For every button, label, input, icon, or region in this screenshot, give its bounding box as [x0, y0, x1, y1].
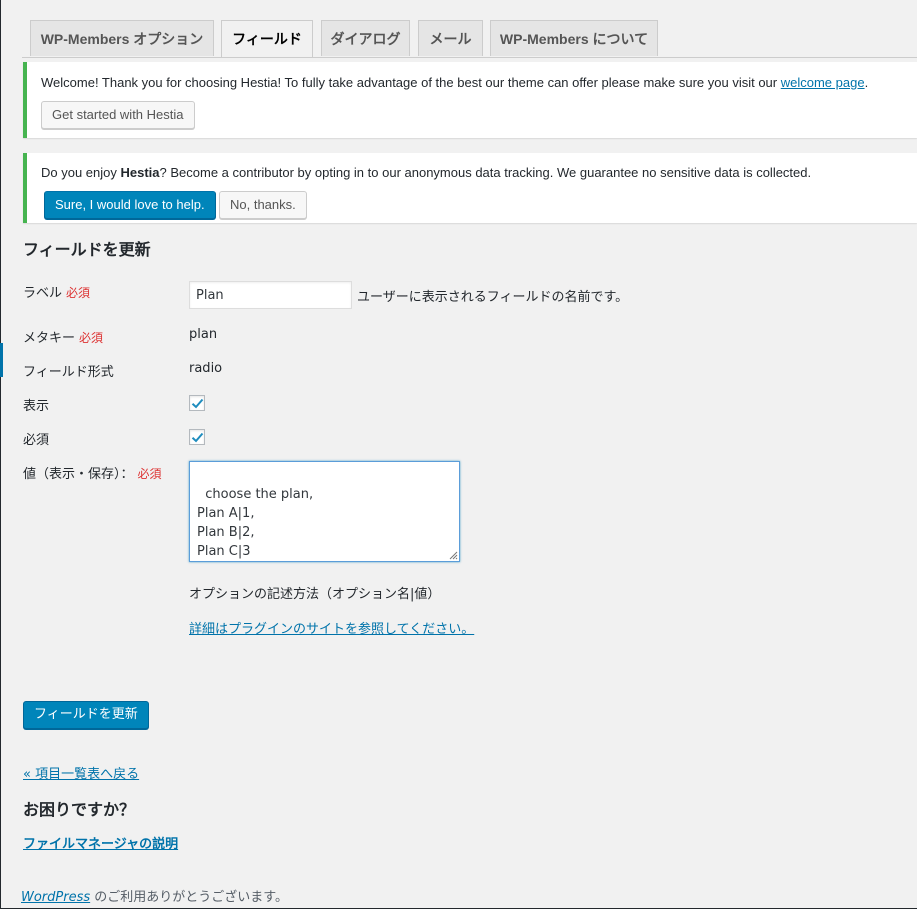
label-description: ユーザーに表示されるフィールドの名前です。	[357, 290, 629, 305]
field-type-value: radio	[189, 361, 223, 376]
admin-menu-active-marker	[0, 343, 3, 377]
required-checkbox[interactable]	[189, 429, 205, 445]
checkmark-icon	[191, 432, 204, 443]
welcome-notice: Welcome! Thank you for choosing Hestia! …	[23, 62, 917, 138]
wordpress-link[interactable]: WordPress	[21, 890, 90, 905]
required-mark: 必須	[79, 331, 104, 345]
opt-in-button[interactable]: Sure, I would love to help.	[44, 191, 216, 219]
tracking-text-after: ? Become a contributor by opting in to o…	[159, 165, 812, 180]
welcome-notice-message: Welcome! Thank you for choosing Hestia! …	[41, 75, 781, 90]
get-started-button[interactable]: Get started with Hestia	[41, 101, 195, 129]
required-mark: 必須	[66, 286, 91, 300]
tab-fields[interactable]: フィールド	[221, 20, 313, 57]
footer-thanks-text: のご利用ありがとうございます。	[90, 890, 288, 905]
tracking-notice: Do you enjoy Hestia? Become a contributo…	[23, 153, 917, 223]
page-title: フィールドを更新	[23, 240, 151, 259]
metakey-value: plan	[189, 327, 218, 342]
admin-menu-edge	[0, 0, 1, 909]
tab-dialogs[interactable]: ダイアログ	[321, 20, 410, 56]
tracking-notice-text: Do you enjoy Hestia? Become a contributo…	[41, 165, 811, 180]
tab-wp-members-options[interactable]: WP-Members オプション	[30, 20, 214, 56]
label-field-label: ラベル 必須	[23, 282, 90, 301]
values-textarea[interactable]: choose the plan, Plan A|1, Plan B|2, Pla…	[189, 461, 460, 562]
label-input[interactable]	[189, 281, 352, 309]
plugin-docs-link[interactable]: 詳細はプラグインのサイトを参照してください。	[189, 618, 474, 637]
help-heading: お困りですか？	[23, 800, 136, 819]
values-field-label: 値（表示・保存）： 必須	[23, 463, 162, 482]
tab-about[interactable]: WP-Members について	[490, 20, 658, 56]
label-field-label-text: ラベル	[23, 286, 63, 301]
tracking-text-before: Do you enjoy	[41, 165, 121, 180]
back-to-list-link[interactable]: « 項目一覧表へ戻る	[23, 763, 139, 782]
values-field-label-text: 値（表示・保存）：	[23, 467, 134, 482]
metakey-field-label: メタキー 必須	[23, 327, 103, 346]
display-label: 表示	[23, 399, 50, 414]
tracking-brand: Hestia	[120, 165, 160, 180]
metakey-field-label-text: メタキー	[23, 331, 76, 346]
welcome-notice-text: Welcome! Thank you for choosing Hestia! …	[41, 75, 868, 90]
checkmark-icon	[191, 398, 204, 409]
values-help-text: オプションの記述方法（オプション名|値）	[189, 587, 441, 602]
opt-out-button[interactable]: No, thanks.	[219, 191, 307, 219]
values-textarea-content: choose the plan, Plan A|1, Plan B|2, Pla…	[197, 487, 314, 559]
tab-emails[interactable]: メール	[418, 20, 483, 56]
welcome-notice-period: .	[864, 75, 869, 90]
display-checkbox[interactable]	[189, 395, 205, 411]
required-mark: 必須	[137, 467, 162, 481]
file-manager-help-link[interactable]: ファイルマネージャの説明	[23, 833, 178, 852]
resize-handle-icon[interactable]	[449, 551, 458, 560]
welcome-page-link[interactable]: welcome page	[781, 75, 865, 90]
update-field-button[interactable]: フィールドを更新	[23, 701, 149, 729]
field-type-label: フィールド形式	[23, 365, 114, 380]
required-label: 必須	[23, 433, 50, 448]
settings-tab-bar: WP-Members オプション フィールド ダイアログ メール WP-Memb…	[22, 20, 917, 58]
admin-footer: WordPress のご利用ありがとうございます。	[21, 886, 288, 905]
